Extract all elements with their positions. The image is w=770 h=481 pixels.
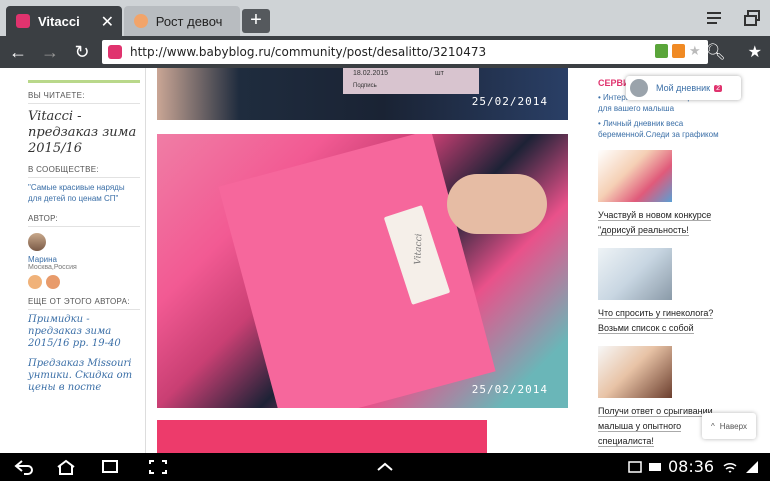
photo-date-stamp: 25/02/2014 [471,383,548,396]
promo-image-doctor[interactable] [598,248,672,300]
signal-icon [746,461,758,473]
diary-count-badge: 2 [714,84,722,92]
author-label: АВТОР: [28,214,140,227]
face-favicon-icon [134,14,148,28]
reading-label: ВЫ ЧИТАЕТЕ: [28,91,140,104]
post-photo[interactable] [157,420,487,453]
tab-bar: Vitacci ✕ Рост девоч + [0,0,770,36]
more-link[interactable]: Примидки - предзаказ зима 2015/16 рр. 19… [28,314,140,350]
home-icon[interactable] [56,459,76,475]
new-tab-button[interactable]: + [242,9,270,33]
address-bar[interactable]: http://www.babyblog.ru/community/post/de… [102,40,708,64]
column-divider [145,68,146,453]
promo-text[interactable]: Что спросить у гинеколога? Возьми список… [598,306,723,336]
more-link[interactable]: Предзаказ Missouri унтики. Скидка от цен… [28,358,140,394]
left-sidebar: ВЫ ЧИТАЕТЕ: Vitacci - предзаказ зима 201… [28,80,140,402]
system-bar: 08:36 [0,453,770,481]
sidebar-accent-bar [28,80,140,83]
mail-notification-icon[interactable] [648,459,662,475]
bookmark-icon[interactable]: ★ [748,42,762,62]
tab-vitacci[interactable]: Vitacci ✕ [6,6,122,36]
tab-title: Рост девоч [155,13,223,29]
url-text[interactable]: http://www.babyblog.ru/community/post/de… [130,45,486,59]
author-name[interactable]: Марина [28,255,140,264]
community-label: В СООБЩЕСТВЕ: [28,165,140,178]
menu-icon[interactable] [704,8,724,28]
right-sidebar: СЕРВИ • Интерактивный план прививок для … [598,78,723,449]
site-favicon-icon [108,45,122,59]
chevron-up-icon[interactable] [375,459,395,475]
star-icon[interactable]: ★ [689,44,702,58]
wifi-icon [723,462,737,473]
post-photo[interactable]: Vitacci 25/02/2014 [157,134,568,408]
author-location: Москва,Россия [28,264,77,271]
screenshot-icon[interactable] [148,459,168,475]
reload-button[interactable]: ↻ [66,36,98,68]
community-link[interactable]: "Самые красивые наряды для детей по цена… [28,182,140,204]
back-icon[interactable] [14,459,34,475]
forward-button[interactable]: → [34,36,66,68]
page-content: ВЫ ЧИТАЕТЕ: Vitacci - предзаказ зима 201… [0,68,770,453]
back-to-top-label: Наверх [719,421,747,431]
girl-icon [28,275,42,289]
post-title: Vitacci - предзаказ зима 2015/16 [28,109,137,156]
promo-image-baby[interactable] [598,346,672,398]
restore-window-icon[interactable] [742,8,762,28]
recent-apps-icon[interactable] [100,459,120,475]
post-photo[interactable]: 18.02.2015 шт Подпись 25/02/2014 [157,68,568,120]
user-avatar [630,79,648,97]
back-to-top-button[interactable]: ^ Наверх [702,413,756,439]
photo-date-stamp: 25/02/2014 [471,95,548,108]
clock: 08:36 [668,457,715,476]
babyblog-favicon-icon [16,14,30,28]
my-diary-popup[interactable]: Мой дневник 2 [626,76,741,100]
boy-icon [46,275,60,289]
tag-date: 18.02.2015 [353,70,389,77]
hand [447,174,547,234]
promo-image-pencils[interactable] [598,150,672,202]
download-icon[interactable] [655,44,668,58]
tab-rost[interactable]: Рост девоч [124,6,240,36]
navigation-bar: ← → ↻ http://www.babyblog.ru/community/p… [0,36,770,68]
pink-garment [218,134,496,408]
tag-unit: шт [435,70,444,77]
tag-sign: Подпись [353,83,377,89]
my-diary-link[interactable]: Мой дневник [656,83,710,93]
search-icon[interactable]: 🔍︎ [705,42,725,62]
back-button[interactable]: ← [2,36,34,68]
author-avatar[interactable] [28,233,46,251]
gallery-notification-icon[interactable] [628,459,642,475]
service-link[interactable]: • Личный дневник веса беременной.Следи з… [598,118,723,140]
chevron-up-icon: ^ [711,421,715,431]
tab-title: Vitacci [38,13,80,29]
label-brand: Vitacci [413,233,425,265]
price-tag: 18.02.2015 шт Подпись [343,68,479,94]
close-tab-icon[interactable]: ✕ [101,12,114,32]
more-from-author-label: ЕЩЕ ОТ ЭТОГО АВТОРА: [28,297,140,310]
promo-text[interactable]: Участвуй в новом конкурсе "дорисуй реаль… [598,208,723,238]
rss-icon[interactable] [672,44,685,58]
